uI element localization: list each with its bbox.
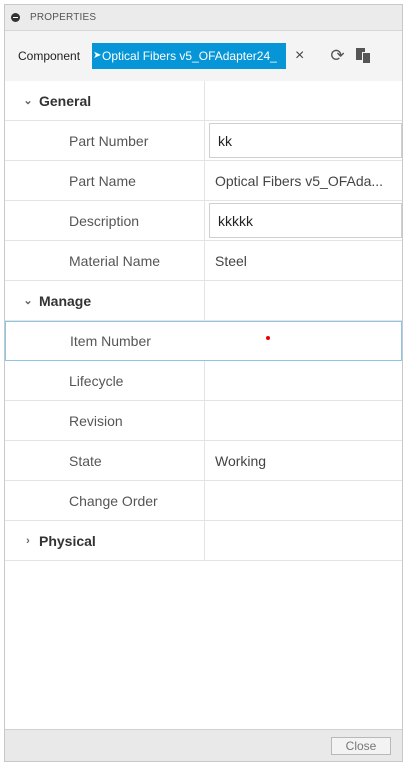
revision-value[interactable] [205, 401, 402, 440]
section-label: Physical [39, 532, 96, 549]
prop-label: Change Order [5, 481, 205, 520]
state-value[interactable]: Working [205, 441, 402, 480]
component-toolbar: Component ➤ Optical Fibers v5_OFAdapter2… [5, 31, 402, 81]
section-manage[interactable]: ⌄ Manage [5, 281, 402, 321]
chevron-down-icon[interactable]: ⌄ [17, 294, 39, 307]
row-state: State Working [5, 441, 402, 481]
close-button[interactable]: Close [331, 737, 391, 755]
row-material-name: Material Name Steel [5, 241, 402, 281]
section-label: General [39, 92, 92, 109]
part-name-value[interactable]: Optical Fibers v5_OFAda... [205, 161, 402, 200]
prop-label: Revision [5, 401, 205, 440]
item-number-field[interactable] [206, 322, 401, 360]
section-label: Manage [39, 292, 92, 309]
row-part-name: Part Name Optical Fibers v5_OFAda... [5, 161, 402, 201]
component-label: Component [18, 49, 81, 63]
component-selector[interactable]: ➤ Optical Fibers v5_OFAdapter24_ [92, 43, 287, 69]
prop-label: Item Number [70, 333, 151, 349]
row-part-number: Part Number kk [5, 121, 402, 161]
material-name-value[interactable]: Steel [205, 241, 402, 280]
part-number-field[interactable]: kk [209, 123, 402, 158]
description-field[interactable]: kkkkk [209, 203, 402, 238]
prop-label: Description [5, 201, 205, 240]
row-change-order: Change Order [5, 481, 402, 521]
panel-title: PROPERTIES [30, 12, 97, 23]
clear-selection-icon[interactable]: × [295, 48, 304, 64]
prop-label: State [5, 441, 205, 480]
component-value: Optical Fibers v5_OFAdapter24_ [102, 49, 277, 63]
refresh-icon[interactable]: ⟳ [330, 46, 344, 66]
row-lifecycle: Lifecycle [5, 361, 402, 401]
row-item-number[interactable]: Item Number [5, 321, 402, 361]
properties-panel: PROPERTIES Component ➤ Optical Fibers v5… [4, 4, 403, 762]
prop-label: Part Number [5, 121, 205, 160]
change-order-value[interactable] [205, 481, 402, 520]
section-physical[interactable]: › Physical [5, 521, 402, 561]
collapse-icon[interactable] [11, 13, 20, 22]
row-description: Description kkkkk [5, 201, 402, 241]
lifecycle-value[interactable] [205, 361, 402, 400]
row-revision: Revision [5, 401, 402, 441]
properties-grid: ⌄ General Part Number kk Part Name Optic… [5, 81, 402, 561]
copy-properties-icon[interactable] [355, 47, 373, 65]
section-general[interactable]: ⌄ General [5, 81, 402, 121]
chevron-down-icon[interactable]: ⌄ [17, 94, 39, 107]
panel-titlebar: PROPERTIES [5, 5, 402, 31]
prop-label: Part Name [5, 161, 205, 200]
prop-label: Lifecycle [5, 361, 205, 400]
required-indicator-icon [266, 336, 270, 340]
mouse-cursor-icon: ➤ [93, 50, 102, 61]
chevron-right-icon[interactable]: › [17, 535, 39, 547]
prop-label: Material Name [5, 241, 205, 280]
panel-footer: Close [5, 729, 402, 761]
